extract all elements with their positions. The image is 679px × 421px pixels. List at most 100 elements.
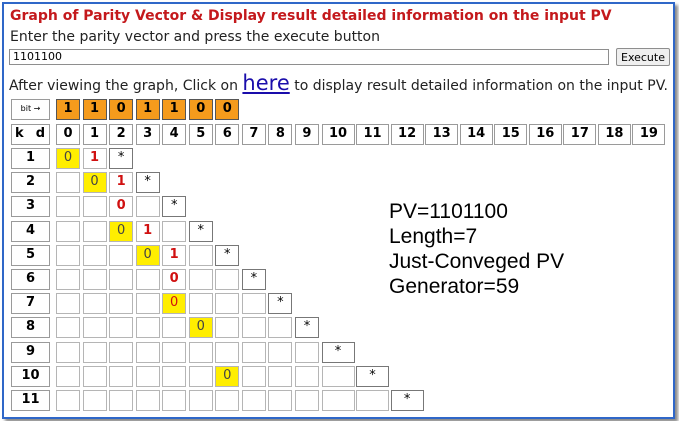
row-header: 6 xyxy=(11,269,50,290)
graph-cell xyxy=(294,390,319,411)
graph-star-cell: * xyxy=(268,293,293,315)
graph-cell xyxy=(135,341,160,363)
bit-cell: 0 xyxy=(188,99,213,120)
column-header: 18 xyxy=(597,124,631,145)
graph-cell xyxy=(215,293,240,315)
graph-cell xyxy=(82,269,107,290)
graph-cell xyxy=(56,172,80,194)
graph-star-cell: * xyxy=(294,317,319,339)
graph-cell xyxy=(321,390,355,411)
graph-cell xyxy=(56,341,80,363)
page-title: Graph of Parity Vector & Display result … xyxy=(10,8,612,24)
bit-cell: 1 xyxy=(135,99,160,120)
graph-star-cell: * xyxy=(390,390,424,411)
bit-cell: 1 xyxy=(162,99,187,120)
column-header: 15 xyxy=(494,124,528,145)
row-header: 2 xyxy=(11,172,50,194)
graph-cell xyxy=(215,317,240,339)
graph-cell xyxy=(82,341,107,363)
length-text: Length=7 xyxy=(389,225,478,248)
here-link[interactable]: here xyxy=(242,71,289,95)
graph-cell xyxy=(188,293,213,315)
graph-cell xyxy=(56,390,80,411)
row-header: 9 xyxy=(11,341,50,363)
graph-star-cell: * xyxy=(109,148,134,169)
bit-cell: 1 xyxy=(56,99,80,120)
graph-value-cell: 0 xyxy=(162,269,187,290)
column-header: 12 xyxy=(390,124,424,145)
graph-cell xyxy=(162,317,187,339)
graph-star-cell: * xyxy=(135,172,160,194)
graph-cell xyxy=(162,390,187,411)
row-header: 10 xyxy=(11,365,50,387)
column-header: 11 xyxy=(356,124,390,145)
graph-value-cell: 0 xyxy=(215,365,240,387)
graph-cell xyxy=(268,390,293,411)
column-header: 9 xyxy=(294,124,319,145)
graph-cell xyxy=(109,317,134,339)
graph-cell xyxy=(215,390,240,411)
graph-cell xyxy=(241,293,266,315)
column-header: 6 xyxy=(215,124,240,145)
bit-cell: 0 xyxy=(215,99,240,120)
graph-value-cell: 0 xyxy=(188,317,213,339)
graph-cell xyxy=(56,269,80,290)
graph-value-cell: 0 xyxy=(82,172,107,194)
execute-button[interactable]: Execute xyxy=(616,48,670,66)
graph-star-cell: * xyxy=(321,341,355,363)
graph-cell xyxy=(268,341,293,363)
graph-cell xyxy=(82,390,107,411)
graph-cell xyxy=(241,341,266,363)
parity-vector-input[interactable]: 1101100 xyxy=(9,49,609,65)
graph-cell xyxy=(135,269,160,290)
graph-value-cell: 1 xyxy=(82,148,107,169)
graph-cell xyxy=(321,365,355,387)
graph-cell xyxy=(215,341,240,363)
graph-cell xyxy=(56,220,80,242)
graph-cell xyxy=(188,390,213,411)
row-header: 11 xyxy=(11,390,50,411)
graph-cell xyxy=(82,293,107,315)
column-header: 0 xyxy=(56,124,80,145)
graph-cell xyxy=(109,269,134,290)
graph-cell xyxy=(162,365,187,387)
graph-value-cell: 0 xyxy=(109,196,134,218)
graph-cell xyxy=(188,244,213,266)
column-header: 8 xyxy=(268,124,293,145)
column-header: 3 xyxy=(135,124,160,145)
column-header: 17 xyxy=(563,124,597,145)
bit-label: bit → xyxy=(11,99,50,120)
status-text: Just-Conveged PV xyxy=(389,250,565,273)
graph-value-cell: 1 xyxy=(109,172,134,194)
graph-cell xyxy=(215,269,240,290)
graph-cell xyxy=(356,390,390,411)
generator-text: Generator=59 xyxy=(389,275,520,298)
row-header: 3 xyxy=(11,196,50,218)
graph-cell xyxy=(241,365,266,387)
instruction-text: Enter the parity vector and press the ex… xyxy=(10,29,380,45)
column-header: 10 xyxy=(321,124,355,145)
k-label: k xyxy=(15,126,24,141)
graph-cell xyxy=(241,317,266,339)
graph-cell xyxy=(268,317,293,339)
graph-cell xyxy=(82,317,107,339)
graph-cell xyxy=(109,365,134,387)
column-header: 4 xyxy=(162,124,187,145)
graph-value-cell: 1 xyxy=(135,220,160,242)
graph-cell xyxy=(82,365,107,387)
graph-cell xyxy=(56,293,80,315)
graph-star-cell: * xyxy=(215,244,240,266)
graph-cell xyxy=(135,365,160,387)
graph-cell xyxy=(135,293,160,315)
graph-value-cell: 0 xyxy=(109,220,134,242)
detail-instruction-before: After viewing the graph, Click on xyxy=(9,78,243,94)
graph-cell xyxy=(82,220,107,242)
graph-value-cell: 0 xyxy=(56,148,80,169)
graph-star-cell: * xyxy=(162,196,187,218)
column-header: 2 xyxy=(109,124,134,145)
pv-value-text: PV=1101100 xyxy=(389,200,508,223)
column-header: 7 xyxy=(241,124,266,145)
graph-cell xyxy=(135,317,160,339)
column-header: 13 xyxy=(425,124,459,145)
graph-cell xyxy=(162,341,187,363)
